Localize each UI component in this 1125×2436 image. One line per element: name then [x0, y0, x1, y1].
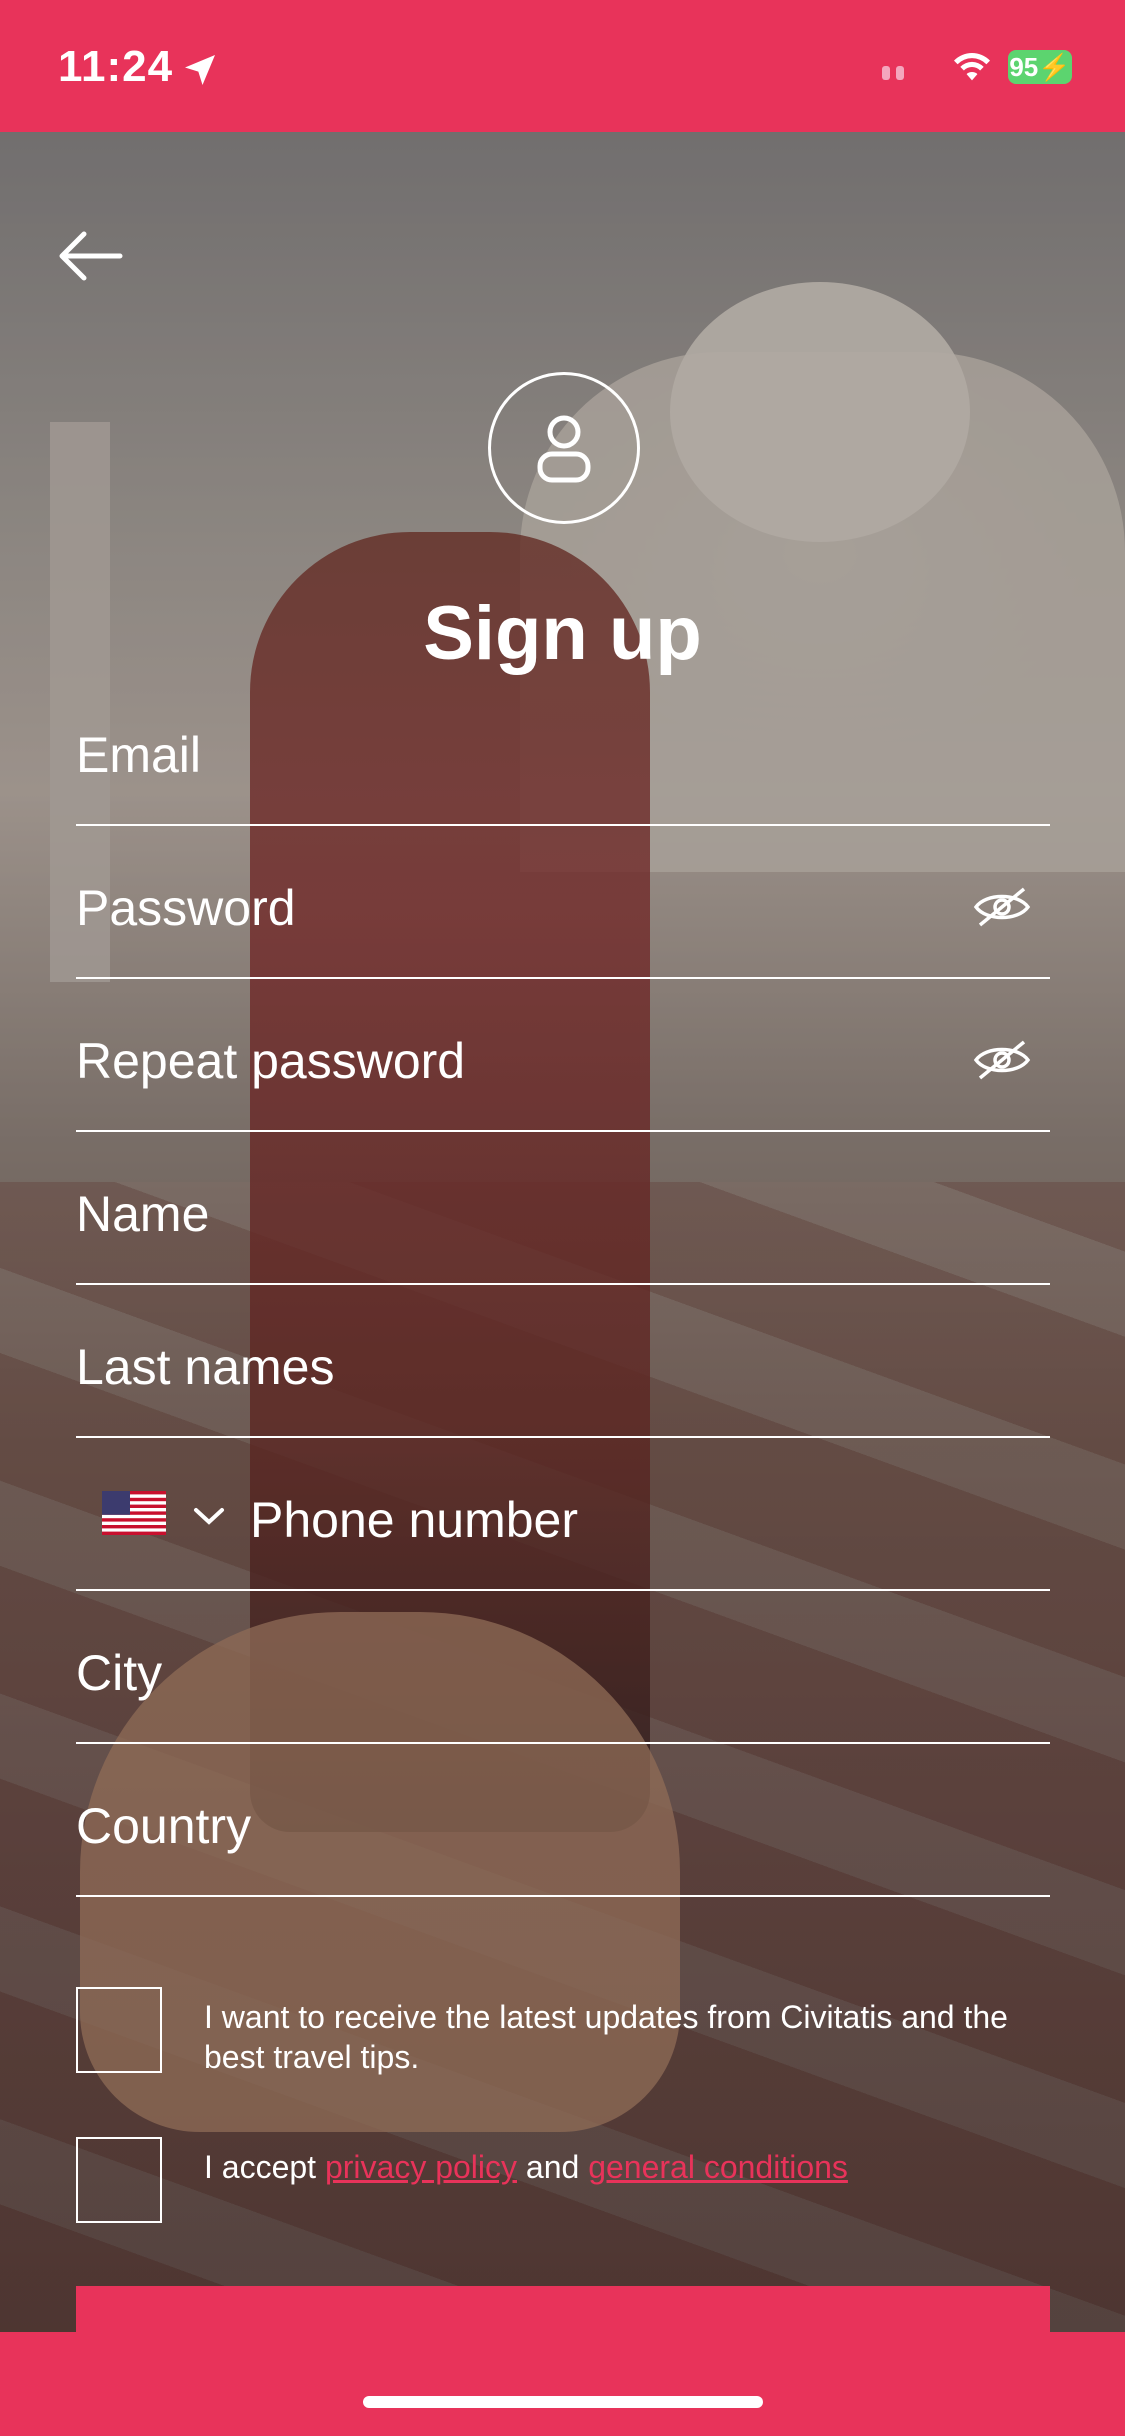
- name-field[interactable]: Name: [76, 1131, 1050, 1285]
- user-avatar: [488, 372, 640, 524]
- repeat-password-field[interactable]: Repeat password: [76, 978, 1050, 1132]
- general-conditions-link[interactable]: general conditions: [588, 2149, 848, 2185]
- bottom-bar: [0, 2332, 1125, 2436]
- phone-field[interactable]: Phone number: [76, 1437, 1050, 1591]
- country-field[interactable]: Country: [76, 1743, 1050, 1897]
- location-arrow-icon: [185, 55, 215, 85]
- battery-indicator: 95 ⚡: [1008, 50, 1072, 84]
- wifi-icon: [954, 53, 990, 81]
- name-label: Name: [76, 1186, 210, 1242]
- country-label: Country: [76, 1798, 252, 1854]
- city-label: City: [76, 1645, 163, 1701]
- page-title: Sign up: [423, 591, 702, 676]
- eye-slash-icon[interactable]: [972, 1038, 1032, 1082]
- city-field[interactable]: City: [76, 1590, 1050, 1744]
- password-label: Password: [76, 880, 296, 936]
- email-field[interactable]: Email: [76, 672, 1050, 826]
- email-label: Email: [76, 727, 202, 783]
- eye-slash-icon[interactable]: [972, 885, 1032, 929]
- phone-label: Phone number: [250, 1492, 579, 1548]
- updates-consent-text: I want to receive the latest updates fro…: [204, 1999, 1008, 2075]
- status-bar: 11:24 95 ⚡: [0, 0, 1125, 132]
- privacy-policy-link[interactable]: privacy policy: [325, 2149, 517, 2185]
- updates-checkbox[interactable]: [76, 1987, 162, 2073]
- terms-consent-text: I accept privacy policy and general cond…: [204, 2147, 1064, 2187]
- home-indicator[interactable]: [363, 2396, 763, 2408]
- back-arrow-icon[interactable]: [54, 228, 126, 284]
- repeat-password-label: Repeat password: [76, 1033, 466, 1089]
- accept-prefix: I accept: [204, 2149, 325, 2185]
- status-time: 11:24: [58, 42, 174, 91]
- last-names-field[interactable]: Last names: [76, 1284, 1050, 1438]
- us-flag-icon[interactable]: [102, 1491, 166, 1535]
- chevron-down-icon[interactable]: [192, 1503, 226, 1529]
- cellular-signal-icon: [882, 66, 910, 85]
- user-icon: [537, 415, 591, 483]
- last-names-label: Last names: [76, 1339, 335, 1395]
- password-field[interactable]: Password: [76, 825, 1050, 979]
- accept-middle: and: [517, 2149, 589, 2185]
- terms-checkbox[interactable]: [76, 2137, 162, 2223]
